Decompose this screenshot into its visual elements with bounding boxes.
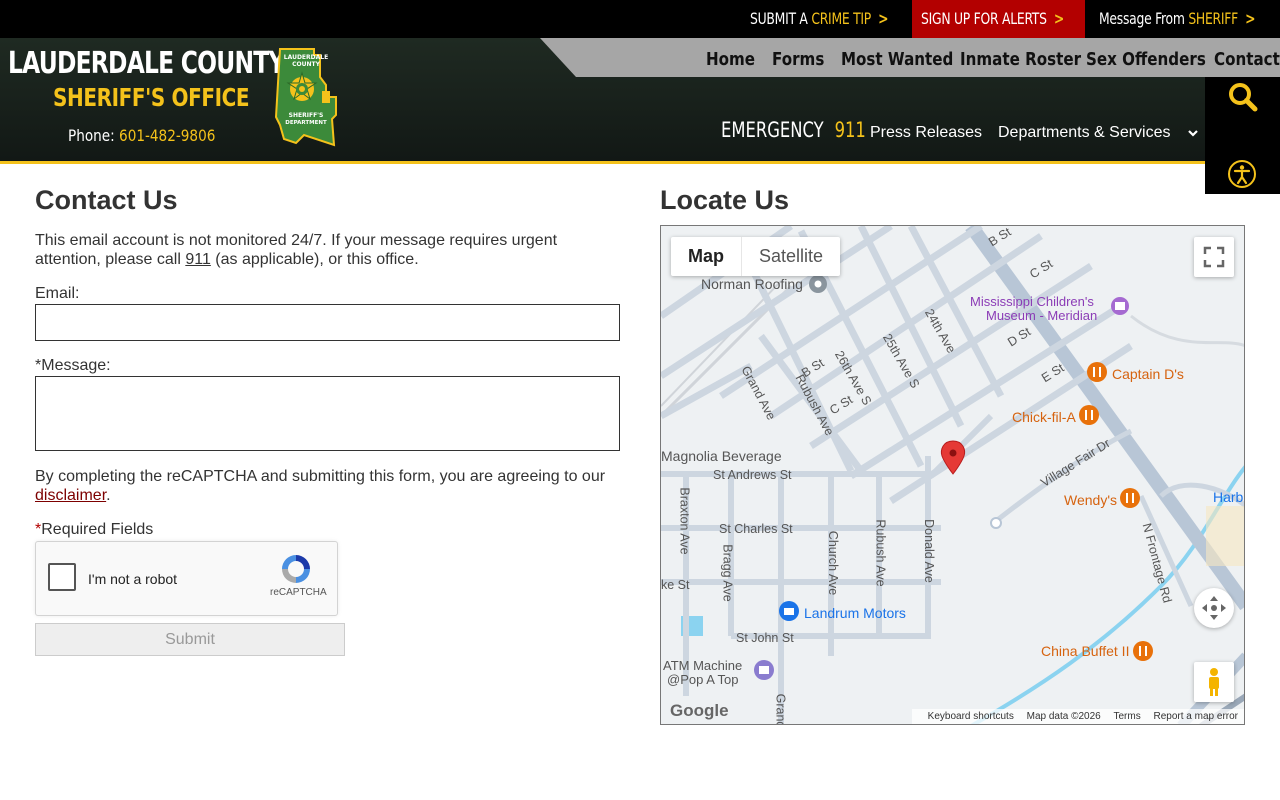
required-fields-text: Required Fields — [41, 521, 154, 538]
camera-control-button[interactable] — [1194, 588, 1234, 628]
street-st-john: St John St — [736, 631, 794, 645]
recaptcha-label: I'm not a robot — [88, 571, 178, 587]
nav-sex-offenders[interactable]: Sex Offenders — [1086, 38, 1206, 77]
map-label-harbor[interactable]: Harbor — [1213, 489, 1244, 505]
svg-text:SHERIFF'S: SHERIFF'S — [289, 112, 324, 119]
consent-after: . — [106, 487, 111, 504]
map-type-satellite[interactable]: Satellite — [741, 237, 840, 276]
site-subtitle[interactable]: SHERIFF'S OFFICE — [53, 83, 250, 112]
consent-before: By completing the reCAPTCHA and submitti… — [35, 468, 606, 485]
svg-text:DEPARTMENT: DEPARTMENT — [285, 120, 327, 126]
map-label-wendys[interactable]: Wendy's — [1064, 492, 1117, 508]
recaptcha-widget: I'm not a robot reCAPTCHA — [35, 541, 338, 616]
fullscreen-button[interactable] — [1194, 237, 1234, 277]
sheriff-msg-prefix: Message From — [1099, 9, 1185, 28]
nav-contact[interactable]: Contact — [1214, 38, 1280, 77]
map-label-landrum-motors[interactable]: Landrum Motors — [804, 605, 906, 621]
call-911-link[interactable]: 911 — [185, 251, 211, 268]
fullscreen-icon — [1203, 246, 1225, 268]
emergency-number[interactable]: EMERGENCY 911 — [721, 118, 866, 142]
sign-up-alerts-link[interactable]: SIGN UP FOR ALERTS > — [921, 0, 1064, 38]
alerts-label: SIGN UP FOR ALERTS — [921, 9, 1047, 28]
nav-most-wanted[interactable]: Most Wanted — [841, 38, 953, 77]
street-donald: Donald Ave — [921, 519, 936, 583]
map-label-magnolia[interactable]: Magnolia Beverage — [661, 448, 782, 464]
google-map[interactable]: Map Satellite Norman Roofing Mississippi… — [660, 225, 1245, 725]
site-title[interactable]: LAUDERDALE COUNTY — [8, 46, 285, 81]
phone-number: 601-482-9806 — [119, 126, 216, 145]
nav-inmate-roster[interactable]: Inmate Roster — [960, 38, 1081, 77]
map-attribution: Keyboard shortcuts Map data ©2026 Terms … — [911, 709, 1244, 724]
nav-press-releases[interactable]: Press Releases — [870, 124, 982, 142]
emergency-911: 911 — [834, 118, 866, 142]
terms-link[interactable]: Terms — [1114, 711, 1141, 722]
street-view-button[interactable] — [1194, 662, 1234, 702]
recaptcha-logo-icon — [282, 555, 310, 583]
header-phone[interactable]: Phone: 601-482-9806 — [68, 126, 215, 145]
map-label-atm-2[interactable]: @Pop A Top — [667, 672, 739, 687]
camera-move-icon — [1202, 596, 1226, 620]
chevron-right-icon: > — [1053, 9, 1064, 28]
required-fields-note: *Required Fields — [35, 521, 153, 539]
recaptcha-brand: reCAPTCHA — [270, 587, 327, 598]
note-text-after: (as applicable), or this office. — [210, 251, 419, 268]
message-label: *Message: — [35, 357, 111, 375]
locate-us-heading: Locate Us — [660, 185, 790, 215]
message-label-text: Message: — [41, 357, 111, 374]
header-icon-column — [1205, 77, 1280, 194]
recaptcha-checkbox[interactable] — [48, 563, 76, 591]
chevron-down-icon — [1188, 129, 1198, 137]
crime-tip-accent: CRIME TIP — [811, 9, 872, 28]
submit-button[interactable]: Submit — [35, 623, 345, 656]
map-label-chick-fil-a[interactable]: Chick-fil-A — [1012, 409, 1076, 425]
departments-label: Departments & Services — [998, 124, 1171, 141]
emergency-label: EMERGENCY — [721, 118, 824, 142]
crime-tip-prefix: SUBMIT A — [750, 9, 808, 28]
search-icon[interactable] — [1228, 82, 1258, 112]
report-map-error-link[interactable]: Report a map error — [1154, 711, 1238, 722]
site-header: LAUDERDALE COUNTY SHERIFF'S OFFICE Phone… — [0, 38, 1280, 194]
street-st-charles: St Charles St — [719, 522, 793, 536]
svg-text:LAUDERDALE: LAUDERDALE — [284, 54, 328, 61]
sheriff-badge-logo[interactable]: LAUDERDALE COUNTY SHERIFF'S DEPARTMENT — [274, 47, 338, 147]
email-field[interactable] — [35, 304, 620, 341]
street-st-andrews: St Andrews St — [713, 468, 792, 482]
crime-tip-link[interactable]: SUBMIT A CRIME TIP > — [750, 0, 889, 38]
chevron-right-icon: > — [878, 9, 889, 28]
nav-forms[interactable]: Forms — [772, 38, 824, 77]
chevron-right-icon: > — [1245, 9, 1256, 28]
keyboard-shortcuts-link[interactable]: Keyboard shortcuts — [928, 711, 1014, 722]
map-label-atm-1[interactable]: ATM Machine — [663, 658, 742, 673]
map-label-museum-1[interactable]: Mississippi Children's — [970, 294, 1094, 309]
phone-label: Phone: — [68, 126, 115, 145]
map-type-control: Map Satellite — [671, 237, 841, 276]
top-alert-bar: SUBMIT A CRIME TIP > SIGN UP FOR ALERTS … — [0, 0, 1280, 38]
map-footer: Keyboard shortcuts Map data ©2026 Terms … — [661, 706, 1244, 724]
disclaimer-link[interactable]: disclaimer — [35, 487, 106, 504]
email-label: Email: — [35, 285, 80, 302]
street-rubush-ave: Rubush Ave — [873, 519, 888, 587]
nav-home[interactable]: Home — [706, 38, 755, 77]
map-label-norman-roofing[interactable]: Norman Roofing — [701, 276, 803, 292]
sheriff-msg-accent: SHERIFF — [1188, 9, 1239, 28]
svg-text:COUNTY: COUNTY — [292, 61, 320, 68]
street-ke-st: ke St — [661, 578, 690, 592]
street-braxton: Braxton Ave — [677, 487, 692, 555]
message-field[interactable] — [35, 376, 620, 451]
nav-departments-services[interactable]: Departments & Services — [998, 124, 1199, 142]
consent-text: By completing the reCAPTCHA and submitti… — [35, 467, 620, 505]
contact-us-heading: Contact Us — [35, 185, 178, 215]
map-type-map[interactable]: Map — [671, 237, 741, 276]
accessibility-icon[interactable] — [1227, 159, 1257, 189]
pegman-icon — [1209, 668, 1219, 696]
street-church: Church Ave — [826, 530, 841, 596]
map-label-china-buffet[interactable]: China Buffet II — [1041, 643, 1129, 659]
message-from-sheriff-link[interactable]: Message From SHERIFF > — [1099, 0, 1256, 38]
map-label-museum-2[interactable]: Museum - Meridian — [986, 308, 1097, 323]
street-bragg: Bragg Ave — [720, 544, 735, 602]
map-label-captain-ds[interactable]: Captain D's — [1112, 366, 1184, 382]
map-data-text: Map data ©2026 — [1026, 711, 1101, 722]
contact-note: This email account is not monitored 24/7… — [35, 231, 615, 269]
